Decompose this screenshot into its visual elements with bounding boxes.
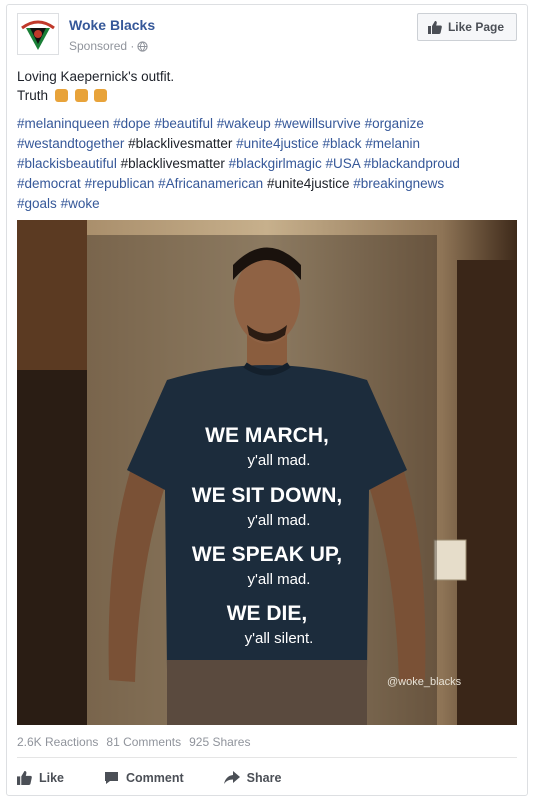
post-stats: 2.6K Reactions 81 Comments 925 Shares (17, 735, 517, 749)
share-icon (223, 771, 240, 784)
sponsored-post-card: Woke Blacks Sponsored · Like Page Loving… (6, 4, 528, 796)
globe-icon (137, 40, 149, 52)
share-label: Share (246, 771, 282, 785)
shirt-text-line: WE SPEAK UP, (192, 543, 342, 566)
shirt-text-line: y'all silent. (245, 630, 314, 647)
woke-blacks-logo-icon (21, 20, 55, 50)
hashtag-line: #westandtogether #blacklivesmatter #unit… (17, 134, 517, 154)
sponsored-label: Sponsored · (69, 39, 149, 53)
shares-count[interactable]: 925 Shares (189, 735, 250, 749)
hashtag-link[interactable]: #unite4justice (236, 136, 319, 151)
thumbs-up-icon (17, 771, 32, 785)
hashtag-link[interactable]: #melaninqueen (17, 116, 109, 131)
hashtag-link[interactable]: #blackisbeautiful (17, 156, 117, 171)
shirt-text-line: WE DIE, (227, 602, 308, 625)
like-page-button[interactable]: Like Page (416, 13, 517, 41)
page-name-link[interactable]: Woke Blacks (69, 17, 155, 33)
hashtag-link[interactable]: #USA (325, 156, 360, 171)
kaepernick-photo: WE MARCH, y'all mad. WE SIT DOWN, y'all mad… (17, 220, 517, 725)
hashtag-link[interactable]: #woke (61, 196, 100, 211)
shirt-text-line: y'all mad. (248, 571, 311, 588)
hashtag-link[interactable]: #unite4justice (267, 176, 350, 191)
comments-count[interactable]: 81 Comments (106, 735, 181, 749)
thumbs-up-icon (427, 20, 442, 34)
watermark: @woke_blacks (387, 676, 462, 688)
hashtag-link[interactable]: #dope (113, 116, 151, 131)
comment-label: Comment (126, 771, 184, 785)
divider (17, 757, 517, 758)
hashtag-link[interactable]: #goals (17, 196, 57, 211)
hashtag-line: #melaninqueen #dope #beautiful #wakeup #… (17, 114, 517, 134)
post-photo[interactable]: WE MARCH, y'all mad. WE SIT DOWN, y'all mad… (17, 220, 517, 725)
comment-button[interactable]: Comment (104, 771, 184, 785)
comment-icon (105, 772, 119, 784)
hashtags: #melaninqueen #dope #beautiful #wakeup #… (17, 114, 517, 214)
hashtag-link[interactable]: #organize (365, 116, 424, 131)
raised-fist-emoji-icon (94, 89, 108, 102)
reactions-count[interactable]: 2.6K Reactions (17, 735, 98, 749)
shirt-text-line: y'all mad. (248, 452, 311, 469)
hashtag-line: #goals #woke (17, 194, 517, 214)
shirt-text-line: WE MARCH, (205, 424, 329, 447)
raised-fist-emoji-icon (54, 89, 68, 102)
hashtag-link[interactable]: #democrat (17, 176, 81, 191)
hashtag-link[interactable]: #blackgirlmagic (229, 156, 322, 171)
shirt-text-line: WE SIT DOWN, (192, 484, 343, 507)
hashtag-link[interactable]: #westandtogether (17, 136, 124, 151)
post-text: Loving Kaepernick's outfit. Truth (17, 67, 517, 105)
hashtag-link[interactable]: #breakingnews (353, 176, 444, 191)
like-label: Like (39, 771, 65, 785)
hashtag-link[interactable]: #beautiful (154, 116, 213, 131)
hashtag-link[interactable]: #Africanamerican (158, 176, 263, 191)
raised-fist-emoji-icon (74, 89, 88, 102)
share-button[interactable]: Share (223, 771, 282, 785)
hashtag-link[interactable]: #melanin (365, 136, 420, 151)
post-text-line2: Truth (17, 86, 517, 105)
post-actions: Like Comment Share (17, 763, 517, 793)
hashtag-link[interactable]: #wewillsurvive (275, 116, 361, 131)
page-avatar[interactable] (17, 13, 59, 55)
shirt-text-line: y'all mad. (248, 512, 311, 529)
hashtag-link[interactable]: #blackandproud (364, 156, 460, 171)
post-text-truth: Truth (17, 88, 49, 103)
hashtag-link[interactable]: #republican (85, 176, 155, 191)
hashtag-link[interactable]: #blacklivesmatter (128, 136, 232, 151)
post-text-line1: Loving Kaepernick's outfit. (17, 69, 175, 84)
hashtag-link[interactable]: #black (322, 136, 361, 151)
like-button[interactable]: Like (17, 771, 64, 785)
hashtag-link[interactable]: #wakeup (217, 116, 271, 131)
hashtag-link[interactable]: #blacklivesmatter (121, 156, 225, 171)
hashtag-line: #democrat #republican #Africanamerican #… (17, 174, 517, 194)
sponsored-text: Sponsored · (69, 39, 135, 53)
like-page-label: Like Page (447, 20, 504, 34)
hashtag-line: #blackisbeautiful #blacklivesmatter #bla… (17, 154, 517, 174)
post-header: Woke Blacks Sponsored · Like Page (17, 13, 517, 59)
